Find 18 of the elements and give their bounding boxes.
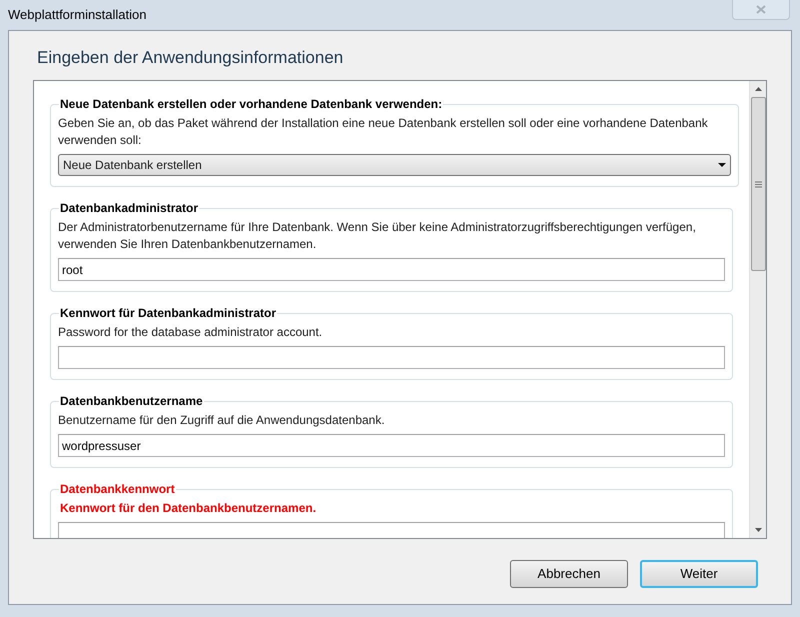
- dropdown-value: Neue Datenbank erstellen: [63, 157, 202, 174]
- description-text: Password for the database administrator account.: [58, 324, 324, 341]
- page-heading: Eingeben der Anwendungsinformationen: [36, 47, 344, 69]
- group-title: Datenbankadministrator: [59, 200, 200, 217]
- group-title: Neue Datenbank erstellen oder vorhandene Datenbank verwenden:: [59, 96, 444, 113]
- description-text: Der Administratorbenutzername für Ihre Datenbank. Wenn Sie über keine Administratorzugriffsberechtigungen verfügen, verwenden Sie Ihren Datenbankbenutzernamen.: [58, 219, 697, 253]
- group-title: Kennwort für Datenbankadministrator: [59, 305, 278, 322]
- dialog-button[interactable]: Weiter: [640, 560, 758, 588]
- database-dropdown[interactable]: Neue Datenbank erstellen: [58, 154, 731, 176]
- dialog-button[interactable]: Abbrechen: [510, 560, 628, 588]
- group-title: Datenbankbenutzername: [59, 393, 204, 410]
- input-field[interactable]: wordpressuser: [58, 434, 725, 457]
- window-title: Webplattforminstallation: [8, 6, 146, 24]
- description-text: Benutzername für den Zugriff auf die Anwendungsdatenbank.: [58, 412, 386, 429]
- description-text: Geben Sie an, ob das Paket während der Installation eine neue Datenbank erstellen soll oder eine vorhandene Datenbank verwenden soll:: [58, 115, 709, 149]
- group-title: Datenbankkennwort: [59, 481, 176, 498]
- description-text: Kennwort für den Datenbankbenutzernamen.: [59, 500, 318, 517]
- input-field[interactable]: root: [58, 258, 725, 281]
